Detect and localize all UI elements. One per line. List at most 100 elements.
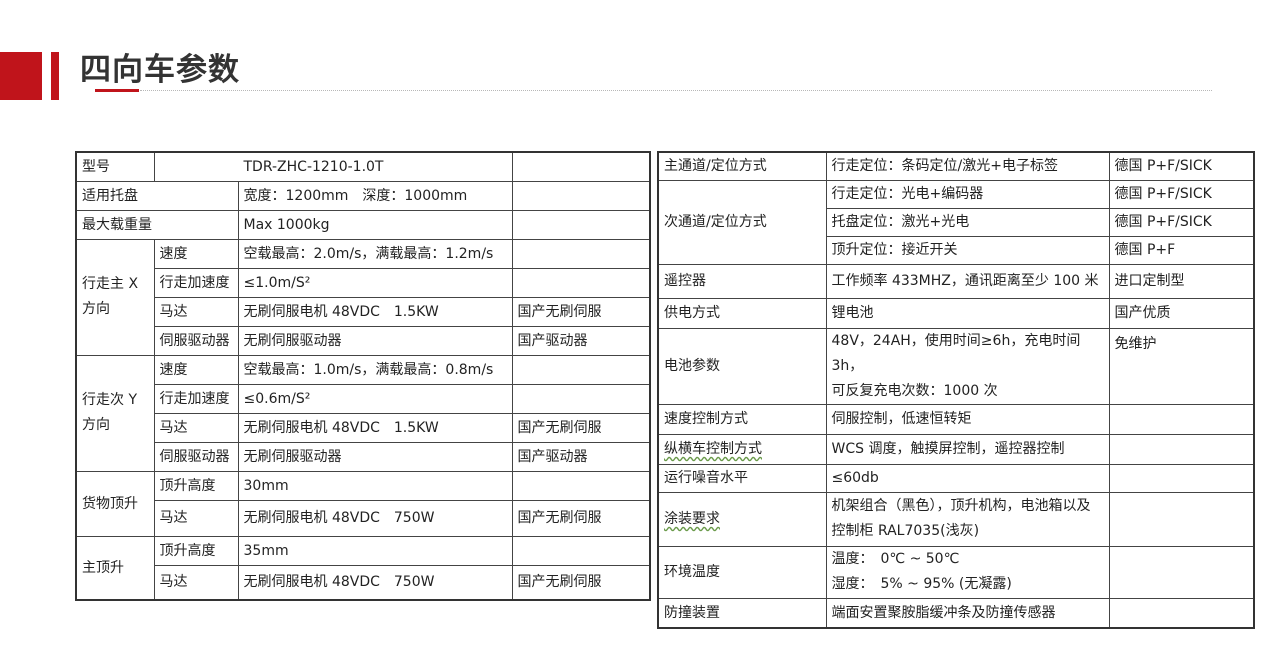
title-underline	[95, 89, 139, 92]
y-accel-note	[511, 383, 651, 414]
cargo-motor-value: 无刷伺服电机 48VDC 750W	[237, 499, 513, 537]
env-temp-value: 温度： 0℃ ~ 50℃ 湿度： 5% ~ 95% (无凝露)	[825, 545, 1110, 599]
power-value: 锂电池	[825, 297, 1110, 329]
cargo-group-label: 货物顶升	[75, 470, 155, 537]
battery-value-line-1: 48V，24AH，使用时间≥6h，充电时间 3h，	[831, 332, 1081, 374]
paint-value-line-2: 控制柜 RAL7035(浅灰)	[831, 523, 980, 539]
table-row: 防撞装置 端面安置聚胺脂缓冲条及防撞传感器	[657, 597, 1255, 629]
speed-control-value: 伺服控制，低速恒转矩	[825, 403, 1110, 435]
table-row: 行走加速度 ≤0.6m/S²	[76, 383, 651, 414]
x-accel-value: ≤1.0m/S²	[237, 267, 513, 298]
title-divider	[140, 90, 1212, 91]
table-row: 行走主 X 方向 速度 空载最高：2.0m/s，满载最高：1.2m/s	[75, 238, 651, 356]
sub-channel-value-2: 托盘定位：激光+光电	[825, 207, 1110, 237]
main-group-label: 主顶升	[75, 535, 155, 601]
table-row: 行走次 Y 方向 速度 空载最高：1.0m/s，满载最高：0.8m/s	[75, 354, 651, 472]
table-row: 次通道/定位方式 行走定位：光电+编码器 德国 P+F/SICK	[657, 179, 1255, 265]
y-speed-label: 速度	[153, 354, 239, 385]
x-accel-note	[511, 267, 651, 298]
table-row: 货物顶升 顶升高度 30mm	[75, 470, 651, 537]
model-label: 型号	[75, 151, 155, 182]
cargo-height-note	[511, 470, 651, 501]
pallet-value: 宽度：1200mm 深度：1000mm	[237, 180, 513, 211]
table-row: 马达 无刷伺服电机 48VDC 750W 国产无刷伺服	[76, 499, 651, 537]
model-note	[511, 151, 651, 182]
model-value: TDR-ZHC-1210-1.0T	[153, 151, 513, 182]
noise-label: 运行噪音水平	[657, 463, 827, 493]
table-row: 主通道/定位方式 行走定位：条码定位/激光+电子标签 德国 P+F/SICK	[657, 151, 1255, 181]
anti-collision-value: 端面安置聚胺脂缓冲条及防撞传感器	[825, 597, 1110, 629]
x-speed-value: 空载最高：2.0m/s，满载最高：1.2m/s	[237, 238, 513, 269]
y-accel-label: 行走加速度	[153, 383, 239, 414]
x-driver-note: 国产驱动器	[511, 325, 651, 356]
sub-channel-note-1: 德国 P+F/SICK	[1108, 179, 1255, 209]
y-group-label: 行走次 Y 方向	[75, 354, 155, 472]
anti-collision-note	[1108, 597, 1255, 629]
x-accel-label: 行走加速度	[153, 267, 239, 298]
battery-value-line-2: 可反复充电次数：1000 次	[831, 382, 998, 399]
x-driver-value: 无刷伺服驱动器	[237, 325, 513, 356]
cargo-motor-note: 国产无刷伺服	[511, 499, 651, 537]
control-mode-label: 纵横车控制方式	[657, 433, 827, 465]
y-motor-note: 国产无刷伺服	[511, 412, 651, 443]
sub-channel-value-3: 顶升定位：接近开关	[825, 235, 1110, 265]
battery-note: 免维护	[1108, 327, 1255, 405]
x-speed-note	[511, 238, 651, 269]
table-row: 遥控器 工作频率 433MHZ，通讯距离至少 100 米 进口定制型	[657, 263, 1255, 299]
paint-value-line-1: 机架组合（黑色），顶升机构，电池箱以及	[831, 498, 1091, 514]
noise-note	[1108, 463, 1255, 493]
table-row: 最大载重量 Max 1000kg	[75, 209, 651, 240]
main-channel-label: 主通道/定位方式	[657, 151, 827, 181]
main-height-note	[511, 535, 651, 566]
page-title: 四向车参数	[80, 52, 240, 88]
sub-channel-note-2: 德国 P+F/SICK	[1108, 207, 1255, 237]
table-row: 电池参数 48V，24AH，使用时间≥6h，充电时间 3h， 可反复充电次数：1…	[657, 327, 1255, 405]
paint-note	[1108, 491, 1255, 547]
pallet-label: 适用托盘	[75, 180, 239, 211]
battery-label: 电池参数	[657, 327, 827, 405]
y-speed-value: 空载最高：1.0m/s，满载最高：0.8m/s	[237, 354, 513, 385]
table-row: 适用托盘 宽度：1200mm 深度：1000mm	[75, 180, 651, 211]
cargo-height-label: 顶升高度	[153, 470, 239, 501]
right-spec-table: 主通道/定位方式 行走定位：条码定位/激光+电子标签 德国 P+F/SICK 次…	[657, 151, 1255, 629]
remote-label: 遥控器	[657, 263, 827, 299]
cargo-height-value: 30mm	[237, 470, 513, 501]
table-row: 马达 无刷伺服电机 48VDC 750W 国产无刷伺服	[76, 564, 651, 601]
remote-value: 工作频率 433MHZ，通讯距离至少 100 米	[825, 263, 1110, 299]
anti-collision-label: 防撞装置	[657, 597, 827, 629]
battery-value: 48V，24AH，使用时间≥6h，充电时间 3h， 可反复充电次数：1000 次	[825, 327, 1110, 405]
env-temp-note	[1108, 545, 1255, 599]
title-accent-bar	[51, 52, 59, 100]
y-motor-label: 马达	[153, 412, 239, 443]
remote-note: 进口定制型	[1108, 263, 1255, 299]
main-height-label: 顶升高度	[153, 535, 239, 566]
x-group-label: 行走主 X 方向	[75, 238, 155, 356]
table-row: 马达 无刷伺服电机 48VDC 1.5KW 国产无刷伺服	[76, 296, 651, 327]
y-driver-note: 国产驱动器	[511, 441, 651, 472]
noise-value: ≤60db	[825, 463, 1110, 493]
table-row: 涂装要求 机架组合（黑色），顶升机构，电池箱以及 控制柜 RAL7035(浅灰)	[657, 491, 1255, 547]
y-accel-value: ≤0.6m/S²	[237, 383, 513, 414]
control-mode-value: WCS 调度，触摸屏控制，遥控器控制	[825, 433, 1110, 465]
table-row: 纵横车控制方式 WCS 调度，触摸屏控制，遥控器控制	[657, 433, 1255, 465]
load-note	[511, 209, 651, 240]
title-accent-block	[0, 52, 42, 100]
x-motor-value: 无刷伺服电机 48VDC 1.5KW	[237, 296, 513, 327]
power-note: 国产优质	[1108, 297, 1255, 329]
main-motor-note: 国产无刷伺服	[511, 564, 651, 601]
main-motor-label: 马达	[153, 564, 239, 601]
control-mode-note	[1108, 433, 1255, 465]
pallet-note	[511, 180, 651, 211]
load-label: 最大载重量	[75, 209, 239, 240]
table-row: 伺服驱动器 无刷伺服驱动器 国产驱动器	[76, 325, 651, 356]
x-speed-label: 速度	[153, 238, 239, 269]
speed-control-label: 速度控制方式	[657, 403, 827, 435]
table-row: 伺服驱动器 无刷伺服驱动器 国产驱动器	[76, 441, 651, 472]
sub-channel-note-3: 德国 P+F	[1108, 235, 1255, 265]
y-driver-label: 伺服驱动器	[153, 441, 239, 472]
power-label: 供电方式	[657, 297, 827, 329]
main-channel-note: 德国 P+F/SICK	[1108, 151, 1255, 181]
x-driver-label: 伺服驱动器	[153, 325, 239, 356]
table-row: 环境温度 温度： 0℃ ~ 50℃ 湿度： 5% ~ 95% (无凝露)	[657, 545, 1255, 599]
x-motor-label: 马达	[153, 296, 239, 327]
